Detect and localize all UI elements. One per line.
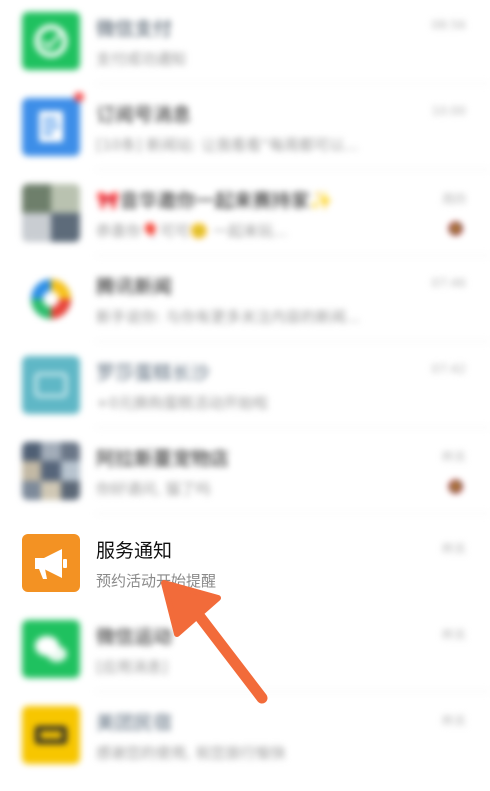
chat-item-pet-shop[interactable]: 阿拉斯蔓宠物店 你好请问, 猫了吗 昨天 🔕 <box>0 428 490 514</box>
chat-item-title: 服务通知 <box>96 540 173 562</box>
chat-item-title: 订阅号消息 <box>96 104 192 126</box>
chat-item-meituan[interactable]: 美团民宿 感谢您的使用, 祝您旅行愉快 昨天 <box>0 692 490 778</box>
chat-item-subscriptions[interactable]: 订阅号消息 [10条] 新闻站: 让我看看“每周都可以... 10:00 <box>0 84 490 170</box>
chat-item-time: 昨天 <box>441 714 466 728</box>
chat-item-time: 08:56 <box>431 18 466 32</box>
chat-item-preview: [10条] 新闻站: 让我看看“每周都可以... <box>96 136 359 154</box>
wechat-chat-list-screen: 微信支付 支付成功通知 08:56 订阅号消息 [10条] 新闻站: 让我看看“… <box>0 0 490 791</box>
chat-item-title: 阿拉斯蔓宠物店 <box>96 448 230 470</box>
chat-item-time: 10:00 <box>431 104 466 118</box>
chat-item-title: 腾讯新闻 <box>96 276 173 298</box>
wechat-pay-icon <box>22 12 80 70</box>
megaphone-icon <box>22 534 80 592</box>
chat-item-preview: 支付成功通知 <box>96 50 187 68</box>
chat-item-time: 昨天 <box>441 628 466 642</box>
mute-bell-icon: 🔕 <box>447 222 464 237</box>
wechat-sport-icon <box>22 620 80 678</box>
chat-item-time: 周四 <box>441 192 466 206</box>
chat-item-title: 微信支付 <box>96 18 173 40</box>
chat-item-title: 🎀音华邀你一起来赛持家✨ <box>96 190 334 212</box>
chat-item-cake-shop[interactable]: 罗莎蛋糕长沙 +0元换购蛋糕活动开始啦 07:42 <box>0 342 490 428</box>
chat-item-preview: 感谢您的使用, 祝您旅行愉快 <box>96 744 286 762</box>
chat-item-preview: 恭喜你🎈可可🙂 一起来玩... <box>96 222 288 240</box>
chat-item-title: 罗莎蛋糕长沙 <box>96 362 211 384</box>
tencent-news-icon <box>22 270 80 328</box>
photo-collage-icon <box>22 184 80 242</box>
meituan-icon <box>22 706 80 764</box>
chat-item-preview: [应用消息] <box>96 658 168 676</box>
mute-bell-icon: 🔕 <box>447 480 464 495</box>
chat-item-time: 07:46 <box>431 276 466 290</box>
chat-item-title: 美团民宿 <box>96 712 173 734</box>
divider <box>96 513 490 514</box>
chat-item-preview: 你好请问, 猫了吗 <box>96 480 211 498</box>
unread-dot <box>74 92 84 102</box>
chat-item-group[interactable]: 🎀音华邀你一起来赛持家✨ 恭喜你🎈可可🙂 一起来玩... 周四 🔕 <box>0 170 490 256</box>
pet-shop-icon <box>22 442 80 500</box>
chat-item-time: 昨天 <box>441 542 466 556</box>
document-icon <box>22 98 80 156</box>
chat-item-service-notifications[interactable]: 服务通知 预约活动开始提醒 昨天 <box>0 520 490 606</box>
chat-item-time: 07:42 <box>431 362 466 376</box>
chat-item-wechat-sport[interactable]: 微信运动 [应用消息] 昨天 <box>0 606 490 692</box>
chat-item-title: 微信运动 <box>96 626 173 648</box>
chat-item-preview: +0元换购蛋糕活动开始啦 <box>96 394 269 412</box>
chat-item-wechat-pay[interactable]: 微信支付 支付成功通知 08:56 <box>0 0 490 84</box>
cake-shop-icon <box>22 356 80 414</box>
chat-item-tencent-news[interactable]: 腾讯新闻 新手说你: 与你有更多关注内容的新闻... 07:46 <box>0 256 490 342</box>
chat-item-preview: 新手说你: 与你有更多关注内容的新闻... <box>96 308 361 326</box>
chat-item-preview: 预约活动开始提醒 <box>96 572 217 590</box>
chat-item-time: 昨天 <box>441 450 466 464</box>
